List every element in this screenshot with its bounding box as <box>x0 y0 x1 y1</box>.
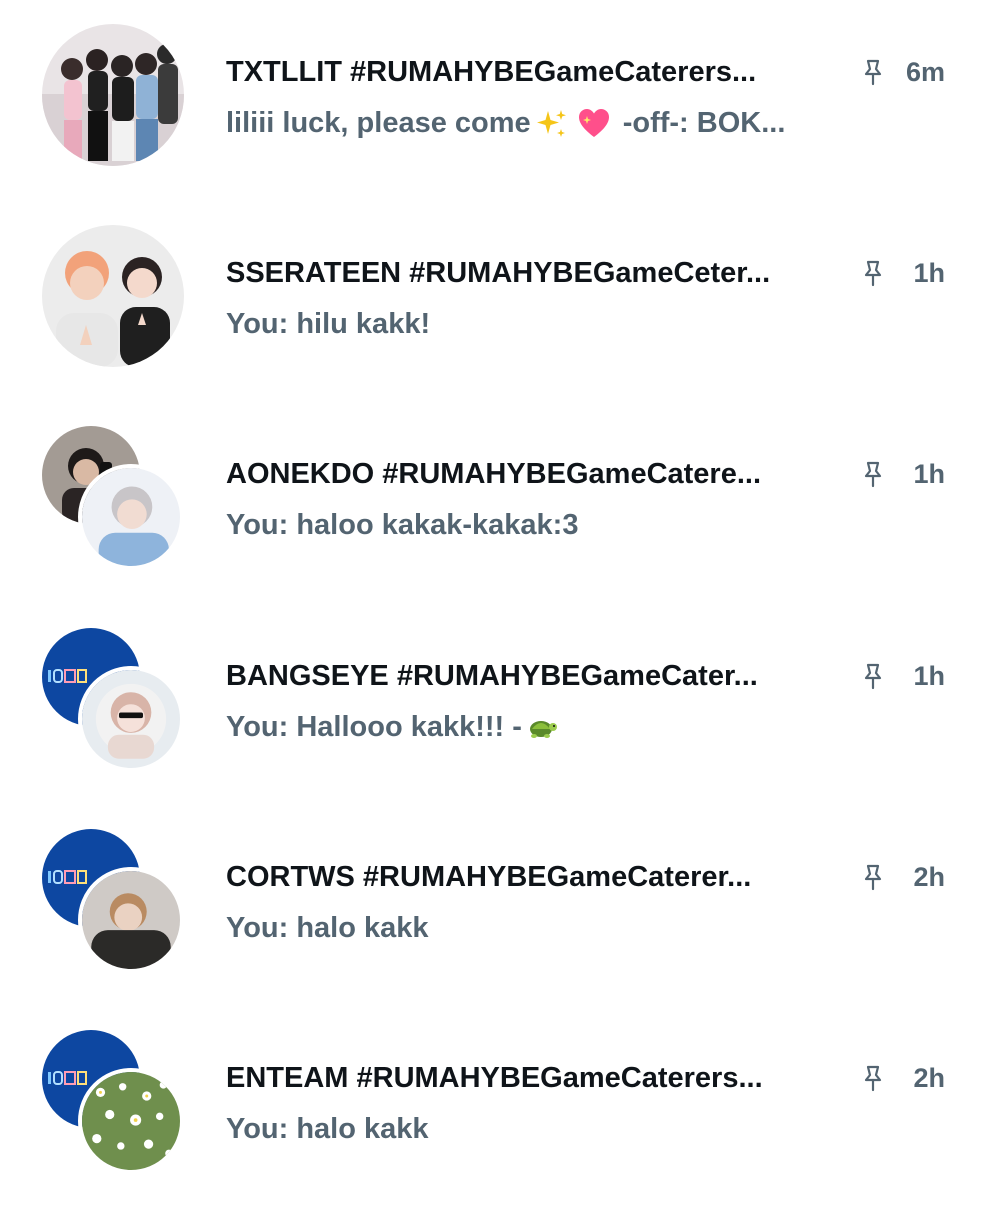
message-text: You: Hallooo kakk!!! - <box>226 711 522 743</box>
timestamp: 2h <box>913 862 945 892</box>
message-preview: You: halo kakk <box>226 1108 916 1150</box>
group-avatar[interactable] <box>42 628 184 774</box>
conversation-name: CORTWS #RUMAHYBEGameCaterer... <box>226 861 752 893</box>
pin-icon <box>862 863 884 891</box>
conversation-name: SSERATEEN #RUMAHYBEGameCeter... <box>226 257 771 289</box>
conversation-name: AONEKDO #RUMAHYBEGameCatere... <box>226 458 762 490</box>
pin-icon <box>862 460 884 488</box>
avatar[interactable] <box>42 225 184 371</box>
conversation-row-aonekdo[interactable]: AONEKDO #RUMAHYBEGameCatere... 1h You: h… <box>0 402 989 602</box>
message-text: You: hilu kakk! <box>226 308 431 340</box>
conversation-name: BANGSEYE #RUMAHYBEGameCater... <box>226 660 758 692</box>
pin-icon <box>862 662 884 690</box>
message-text: liliii luck, please come <box>226 107 531 139</box>
sparkles-emoji <box>535 107 569 141</box>
timestamp: 1h <box>913 258 945 288</box>
message-preview: You: haloo kakak-kakak:3 <box>226 504 916 546</box>
sparkling-heart-emoji <box>577 107 611 141</box>
timestamp: 1h <box>913 459 945 489</box>
message-text: You: halo kakk <box>226 1113 429 1145</box>
avatar[interactable] <box>42 24 184 170</box>
group-avatar[interactable] <box>42 426 184 572</box>
timestamp: 6m <box>905 57 945 87</box>
conversation-row-bangseye[interactable]: BANGSEYE #RUMAHYBEGameCater... 1h You: H… <box>0 604 989 804</box>
conversation-row-cortws[interactable]: CORTWS #RUMAHYBEGameCaterer... 2h You: h… <box>0 805 989 1005</box>
pin-icon <box>862 259 884 287</box>
turtle-emoji <box>526 711 560 745</box>
conversation-name: TXTLLIT #RUMAHYBEGameCaterers... <box>226 56 757 88</box>
timestamp: 2h <box>913 1063 945 1093</box>
message-preview: You: hilu kakk! <box>226 303 916 345</box>
pin-icon <box>862 58 884 86</box>
conversation-row-txtllit[interactable]: TXTLLIT #RUMAHYBEGameCaterers... 6m lili… <box>0 0 989 200</box>
member-photo-avatar <box>78 464 184 570</box>
conversation-row-enteam[interactable]: ENTEAM #RUMAHYBEGameCaterers... 2h You: … <box>0 1006 989 1206</box>
group-photo-avatar <box>42 24 184 166</box>
duo-photo-avatar <box>42 225 184 367</box>
message-suffix: -off-: BOK... <box>622 107 786 139</box>
message-preview: You: halo kakk <box>226 907 916 949</box>
conversation-row-sserateen[interactable]: SSERATEEN #RUMAHYBEGameCeter... 1h You: … <box>0 201 989 401</box>
pin-icon <box>862 1064 884 1092</box>
conversation-name: ENTEAM #RUMAHYBEGameCaterers... <box>226 1062 763 1094</box>
message-preview: liliii luck, please come -off-: BOK... <box>226 102 916 144</box>
conversation-list: TXTLLIT #RUMAHYBEGameCaterers... 6m lili… <box>0 0 989 1200</box>
message-text: You: halo kakk <box>226 912 429 944</box>
message-preview: You: Hallooo kakk!!! - <box>226 706 916 748</box>
group-avatar[interactable] <box>42 829 184 975</box>
group-avatar[interactable] <box>42 1030 184 1176</box>
flower-field-avatar <box>78 1068 184 1174</box>
timestamp: 1h <box>913 661 945 691</box>
member-photo-avatar <box>78 666 184 772</box>
message-text: You: haloo kakak-kakak:3 <box>226 509 579 541</box>
member-photo-avatar <box>78 867 184 973</box>
